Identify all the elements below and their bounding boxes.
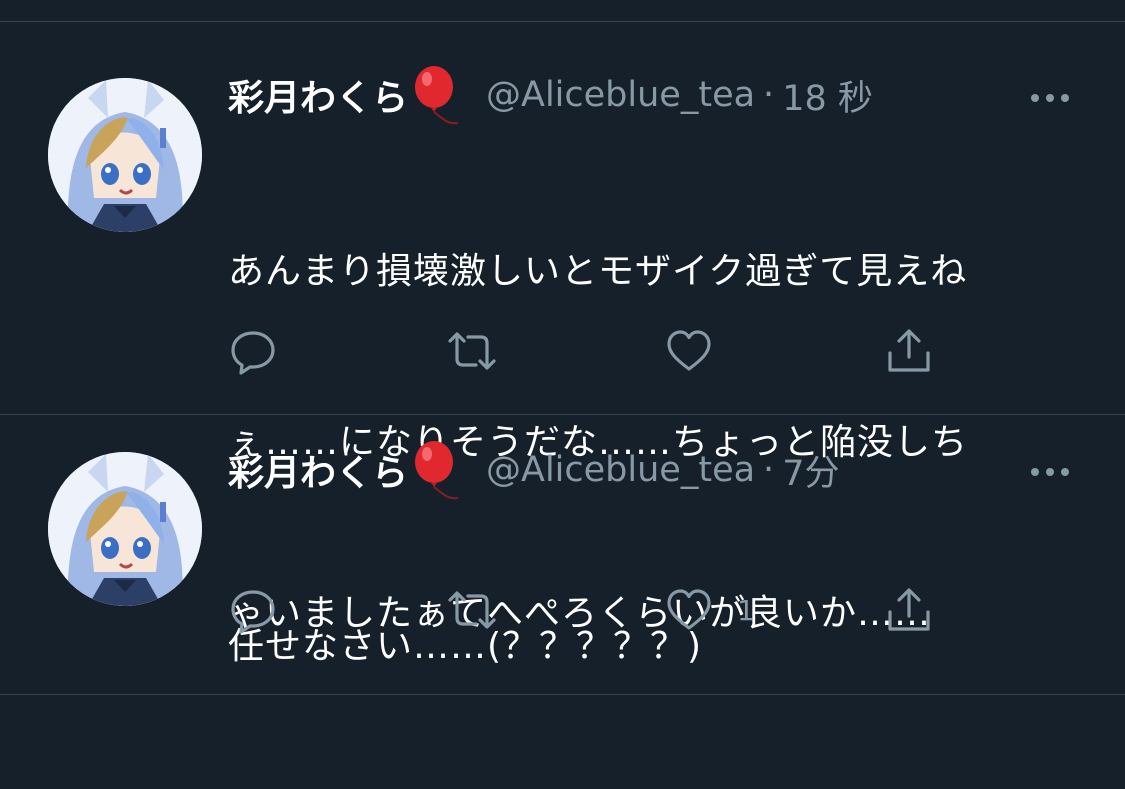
like-count: 1 (737, 593, 755, 627)
display-name[interactable]: 彩月わくら (228, 69, 408, 121)
reply-button[interactable] (229, 326, 301, 376)
balloon-icon (410, 440, 464, 500)
retweet-icon (446, 327, 498, 375)
tweet-header: 彩月わくら @Aliceblue_tea · 7分 (228, 441, 839, 500)
retweet-button[interactable] (446, 585, 522, 635)
timestamp[interactable]: 7分 (782, 445, 839, 496)
user-handle[interactable]: @Aliceblue_tea (486, 450, 755, 490)
retweet-icon (446, 586, 498, 634)
tweet-actions (0, 326, 1125, 376)
share-icon (885, 327, 933, 375)
timestamp[interactable]: 18 秒 (782, 70, 873, 121)
user-handle[interactable]: @Aliceblue_tea (486, 75, 755, 115)
share-icon (885, 586, 933, 634)
tweet[interactable]: 彩月わくら @Aliceblue_tea · 18 秒 あんまり損壊激しいとモザ… (0, 22, 1125, 634)
balloon-icon (410, 65, 464, 125)
tweet-actions: 1 (0, 585, 1125, 635)
separator-dot: · (763, 450, 775, 490)
reply-button[interactable] (229, 585, 301, 635)
tweet-text: 任せなさい……(？？？？？) (228, 504, 1088, 789)
share-button[interactable] (885, 585, 957, 635)
like-icon (665, 586, 713, 634)
avatar[interactable] (48, 78, 202, 232)
like-button[interactable]: 1 (665, 585, 755, 635)
like-icon (665, 327, 713, 375)
tweet-header: 彩月わくら @Aliceblue_tea · 18 秒 (228, 66, 873, 125)
reply-icon (229, 586, 277, 634)
reply-icon (229, 327, 277, 375)
more-icon[interactable] (1028, 460, 1072, 484)
like-button[interactable] (665, 326, 737, 376)
more-icon[interactable] (1028, 86, 1072, 110)
avatar[interactable] (48, 452, 202, 606)
retweet-button[interactable] (446, 326, 522, 376)
tweet-text-line: あんまり損壊激しいとモザイク過ぎて見えね (228, 251, 968, 292)
share-button[interactable] (885, 326, 957, 376)
tweet[interactable]: 彩月わくら @Aliceblue_tea · 7分 任せなさい……(？？？？？) (0, 415, 1125, 694)
separator-dot: · (763, 75, 775, 115)
display-name[interactable]: 彩月わくら (228, 444, 408, 496)
